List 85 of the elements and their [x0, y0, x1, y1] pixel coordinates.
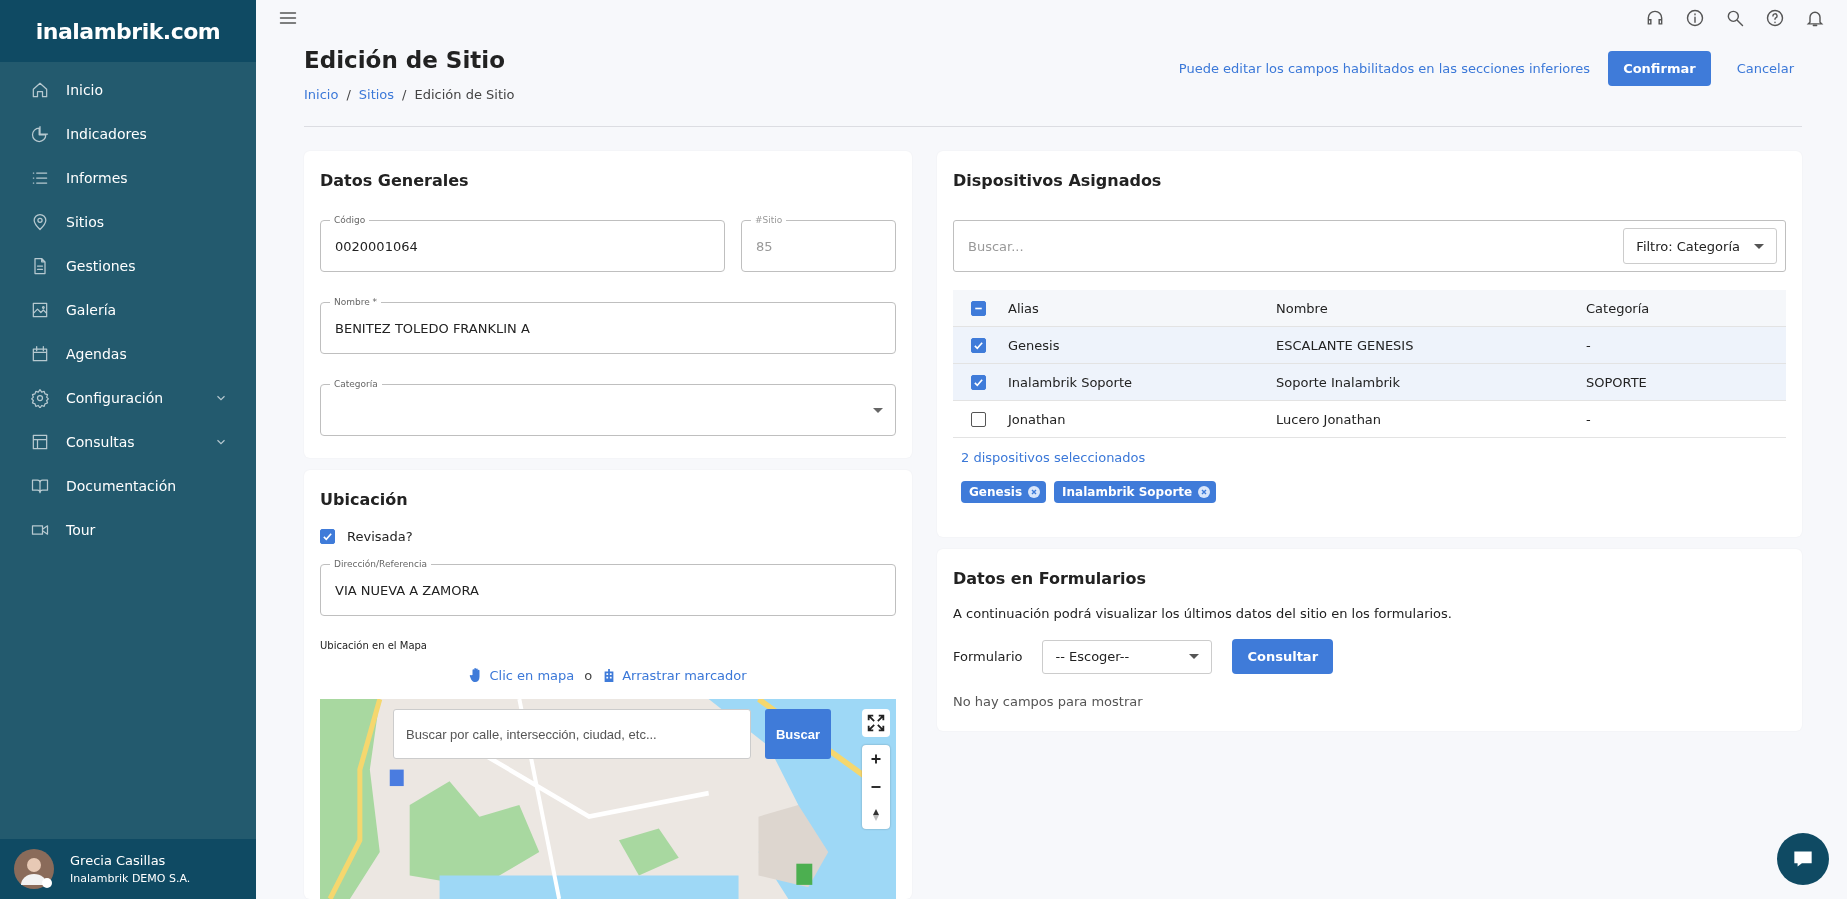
breadcrumb-link[interactable]: Sitios — [358, 87, 395, 102]
table-cell: SOPORTE — [1586, 374, 1647, 390]
caret-icon — [873, 407, 883, 413]
map-search-field[interactable]: Buscar por calle, intersección, ciudad, etc... — [393, 709, 751, 759]
map-label: Ubicación en el Mapa — [320, 640, 428, 651]
nav-item[interactable]: Indicadores — [0, 112, 256, 156]
nav-icon — [30, 124, 50, 144]
breadcrumb-separator: / — [346, 87, 351, 102]
fullscreen-icon[interactable] — [862, 709, 890, 737]
field-label: Dirección/Referencia — [330, 558, 431, 570]
confirm-button[interactable]: Confirmar — [1608, 51, 1711, 86]
separator-text: o — [584, 667, 593, 683]
nav-item[interactable]: Sitios — [0, 200, 256, 244]
table-row[interactable]: Jonathan Lucero Jonathan - — [953, 401, 1786, 438]
nav-item[interactable]: Gestiones — [0, 244, 256, 288]
field-label: Nombre * — [330, 296, 382, 308]
nav-item[interactable]: Consultas — [0, 420, 256, 464]
row-checkbox[interactable] — [971, 411, 986, 427]
nav-item[interactable]: Configuración — [0, 376, 256, 420]
table-cell-text: Inalambrik Soporte — [1008, 374, 1133, 390]
caret-icon — [1189, 654, 1200, 659]
nav-item[interactable]: Inicio — [0, 68, 256, 112]
chat-button[interactable] — [1777, 833, 1829, 885]
nav-item[interactable]: Documentación — [0, 464, 256, 508]
breadcrumb-separator: / — [402, 87, 407, 102]
map-search-button[interactable]: Buscar — [765, 709, 831, 759]
table-row[interactable]: Genesis ESCALANTE GENESIS - — [953, 327, 1786, 364]
table-row[interactable]: Inalambrik Soporte Soporte Inalambrik SOPORTE — [953, 364, 1786, 401]
help-icon[interactable] — [1765, 7, 1785, 28]
user-name: Grecia Casillas — [70, 853, 167, 868]
field-label: Categoría — [330, 378, 382, 390]
check-icon — [321, 530, 334, 543]
column-header: Nombre — [1276, 300, 1329, 316]
table-cell-text: ESCALANTE GENESIS — [1276, 337, 1415, 353]
logo[interactable]: inalambrik.com — [35, 18, 221, 44]
avatar[interactable] — [14, 849, 54, 889]
selected-count: 2 dispositivos seleccionados — [961, 450, 1147, 465]
column-header: Categoría — [1586, 300, 1650, 316]
table-cell: - — [1586, 337, 1591, 353]
row-checkbox[interactable] — [971, 337, 986, 353]
nav-item[interactable]: Informes — [0, 156, 256, 200]
card-title: Datos en Formularios — [953, 569, 1148, 588]
nav-icon — [30, 432, 50, 452]
drag-marker-hint: Arrastrar marcador — [622, 667, 747, 683]
nav-item[interactable]: Tour — [0, 508, 256, 552]
table-cell-text: Lucero Jonathan — [1276, 411, 1383, 427]
table-cell-text: Genesis — [1008, 337, 1061, 353]
row-checkbox[interactable] — [971, 374, 986, 390]
filter-dropdown[interactable]: Filtro: Categoría — [1623, 228, 1777, 264]
table-cell-text: Jonathan — [1008, 411, 1067, 427]
column-header: Alias — [1008, 300, 1040, 316]
remove-icon[interactable] — [1198, 486, 1211, 498]
remove-icon[interactable] — [1028, 486, 1041, 498]
query-button[interactable]: Consultar — [1232, 639, 1334, 674]
form-dropdown[interactable]: -- Escoger-- — [1042, 639, 1213, 674]
card-title: Ubicación — [320, 490, 409, 509]
device-chip[interactable]: Inalambrik Soporte — [1054, 481, 1217, 503]
form-label: Formulario — [953, 647, 1023, 666]
breadcrumb-current: Edición de Sitio — [414, 87, 515, 102]
breadcrumb-link[interactable]: Inicio — [304, 87, 339, 102]
cancel-button[interactable]: Cancelar — [1728, 51, 1802, 86]
edit-hint: Puede editar los campos habilitados en las secciones inferiores — [1178, 61, 1591, 76]
checkbox[interactable] — [320, 529, 335, 544]
table-cell-text: Soporte Inalambrik — [1276, 374, 1401, 390]
nav-icon — [30, 80, 50, 100]
nav-item[interactable]: Galería — [0, 288, 256, 332]
device-chip[interactable]: Genesis — [961, 481, 1047, 503]
field-label: Código — [330, 214, 370, 226]
user-company: Inalambrik DEMO S.A. — [70, 872, 191, 885]
nav-icon — [30, 388, 50, 408]
info-icon[interactable] — [1685, 7, 1705, 28]
select-all-checkbox[interactable] — [971, 300, 986, 316]
nav-icon — [30, 300, 50, 320]
table-cell: - — [1586, 411, 1591, 427]
nav-icon — [30, 344, 50, 364]
device-search-field[interactable]: Buscar... Filtro: Categoría — [953, 220, 1786, 272]
click-map-hint: Clic en mapa — [489, 667, 575, 683]
page-title: Edición de Sitio — [304, 47, 506, 73]
caret-icon — [1754, 243, 1764, 249]
forms-description: A continuación podrá visualizar los últimos datos del sitio en los formularios. — [953, 606, 1453, 621]
nav-item[interactable]: Agendas — [0, 332, 256, 376]
card-title: Dispositivos Asignados — [953, 171, 1163, 190]
checkbox-label: Revisada? — [347, 529, 413, 544]
empty-message: No hay campos para mostrar — [953, 694, 1144, 709]
card-title: Datos Generales — [320, 171, 470, 190]
